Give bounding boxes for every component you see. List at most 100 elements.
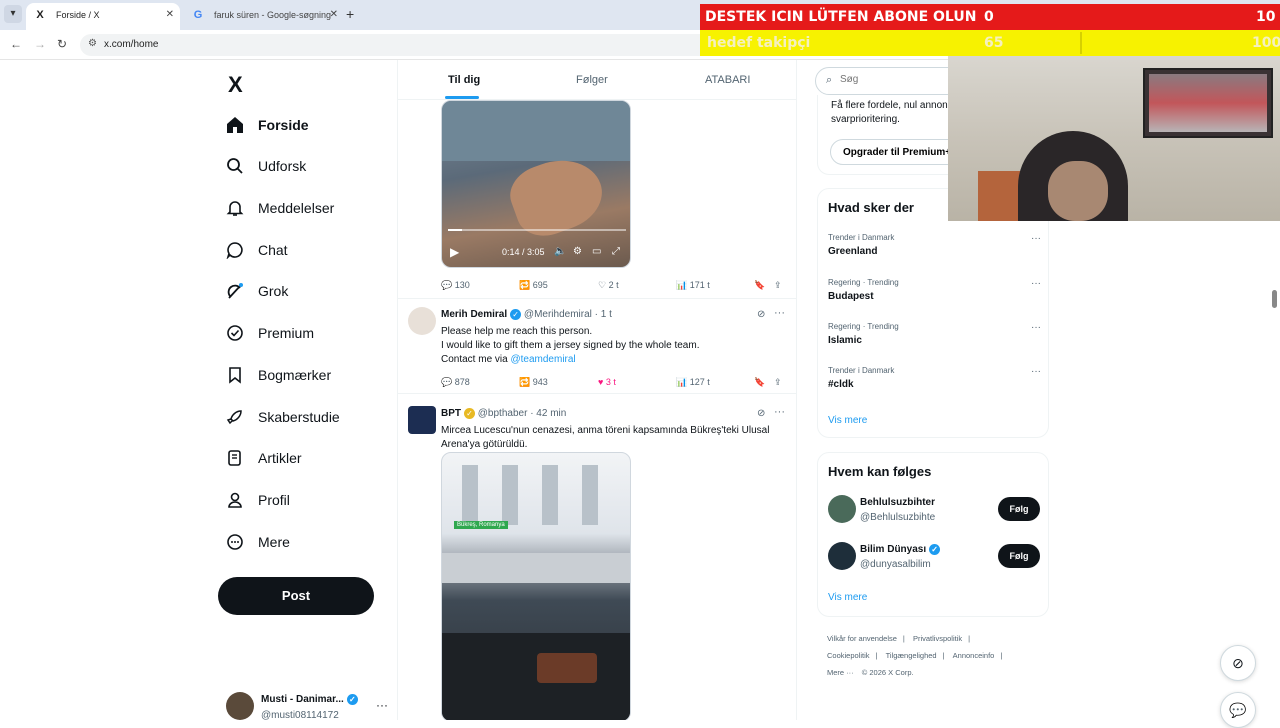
avatar: [226, 692, 254, 720]
account-switcher[interactable]: Musti - Danimar... ✓ @musti08114172 ···: [226, 690, 396, 722]
more-dots-icon[interactable]: ···: [376, 698, 388, 712]
settings-icon[interactable]: ⚙: [573, 246, 582, 257]
footer-link[interactable]: Vilkår for anvendelse: [827, 634, 897, 643]
tab-x-home[interactable]: X Forside / X ✕: [26, 3, 180, 30]
bookmark-icon[interactable]: 🔖: [754, 280, 765, 291]
tab-atabari[interactable]: ATABARI: [705, 74, 750, 86]
pip-icon[interactable]: ▭: [592, 246, 601, 257]
repost-button[interactable]: 🔁 695: [519, 280, 548, 291]
nav-item-premium[interactable]: Premium: [226, 318, 314, 348]
footer-link[interactable]: Annonceinfo: [953, 651, 995, 660]
author-name[interactable]: Merih Demiral: [441, 309, 507, 320]
more-dots-icon[interactable]: ···: [1031, 233, 1041, 244]
play-icon[interactable]: ▶: [450, 245, 459, 259]
grok-icon[interactable]: ⊘: [757, 408, 765, 419]
avatar[interactable]: [828, 542, 856, 570]
video-progress-bar[interactable]: [448, 229, 626, 231]
tweet-time[interactable]: · 1 t: [595, 309, 612, 320]
post-button[interactable]: Post: [218, 577, 374, 615]
footer-link[interactable]: Cookiepolitik: [827, 651, 870, 660]
show-more-trends-link[interactable]: Vis mere: [828, 415, 867, 426]
nav-item-home[interactable]: Forside: [226, 110, 309, 140]
author-name[interactable]: BPT: [441, 408, 461, 419]
reload-icon[interactable]: ↻: [57, 37, 67, 51]
footer-link[interactable]: Tilgængelighed: [886, 651, 937, 660]
new-tab-button[interactable]: +: [346, 6, 354, 22]
nav-item-creator-studio[interactable]: Skaberstudie: [226, 402, 340, 432]
tab-following[interactable]: Følger: [576, 74, 608, 86]
tab-google-search[interactable]: G faruk süren - Google-søgning ✕: [184, 3, 344, 30]
follow-title: Hvem kan følges: [828, 464, 932, 479]
author-handle[interactable]: @Merihdemiral: [524, 309, 592, 320]
trend-meta: Trender i Danmark: [828, 366, 895, 375]
tab-search-dropdown[interactable]: ▾: [4, 5, 22, 23]
show-more-follow-link[interactable]: Vis mere: [828, 592, 867, 603]
avatar[interactable]: [828, 495, 856, 523]
grok-float-button[interactable]: ⊘: [1220, 645, 1256, 681]
nav-item-profile[interactable]: Profil: [226, 485, 290, 515]
follow-suggestion[interactable]: Bilim Dünyası ✓ @dunyasalbilim Følg: [828, 540, 1043, 574]
tweet-video[interactable]: ▶ 0:14 / 3:05 🔈 ⚙ ▭ ⤢: [441, 100, 631, 268]
more-dots-icon[interactable]: ···: [774, 307, 785, 319]
share-icon[interactable]: ⇪: [774, 280, 782, 291]
bookmark-icon[interactable]: 🔖: [754, 377, 765, 388]
mention-link[interactable]: @teamdemiral: [510, 354, 575, 365]
reply-button[interactable]: 💬 130: [441, 280, 470, 291]
follow-button[interactable]: Følg: [998, 544, 1040, 568]
close-tab-icon[interactable]: ✕: [166, 3, 174, 27]
copyright: © 2026 X Corp.: [861, 668, 914, 677]
share-icon[interactable]: ⇪: [774, 377, 782, 388]
nav-item-explore[interactable]: Udforsk: [226, 151, 306, 181]
more-dots-icon[interactable]: ···: [774, 406, 785, 418]
bell-icon: [226, 199, 244, 217]
grok-icon[interactable]: ⊘: [757, 309, 765, 320]
trend-item[interactable]: Trender i Danmark #cldk ···: [828, 366, 1043, 402]
forward-icon[interactable]: →: [34, 37, 46, 51]
nav-item-grok[interactable]: Grok: [226, 276, 288, 306]
tweet[interactable]: Merih Demiral ✓ @Merihdemiral · 1 t ⊘ ···…: [398, 298, 796, 394]
scrollbar-thumb[interactable]: [1272, 290, 1277, 308]
x-logo-icon[interactable]: X: [228, 72, 243, 98]
footer-link[interactable]: Privatlivspolitik: [913, 634, 962, 643]
more-dots-icon[interactable]: ···: [1031, 322, 1041, 333]
repost-button[interactable]: 🔁 943: [519, 377, 548, 388]
trend-item[interactable]: Trender i Danmark Greenland ···: [828, 233, 1043, 269]
trend-item[interactable]: Regering · Trending Budapest ···: [828, 278, 1043, 314]
reply-button[interactable]: 💬 878: [441, 377, 470, 388]
tweet-photo[interactable]: Bükreş, Romanya: [441, 452, 631, 720]
nav-item-notifications[interactable]: Meddelelser: [226, 193, 334, 223]
tweet-time[interactable]: · 42 min: [530, 408, 566, 419]
nav-item-chat[interactable]: Chat: [226, 235, 288, 265]
account-name: Musti - Danimar... ✓: [261, 694, 358, 705]
follow-button[interactable]: Følg: [998, 497, 1040, 521]
footer-link[interactable]: Mere ···: [827, 668, 854, 677]
avatar[interactable]: [408, 406, 436, 434]
nav-item-articles[interactable]: Artikler: [226, 443, 302, 473]
nav-item-more[interactable]: Mere: [226, 527, 290, 557]
close-tab-icon[interactable]: ✕: [330, 3, 338, 27]
url-field[interactable]: ⚙ x.com/home: [80, 34, 720, 56]
back-icon[interactable]: ←: [10, 37, 22, 51]
trend-item[interactable]: Regering · Trending Islamic ···: [828, 322, 1043, 358]
tweet[interactable]: BPT ✓ @bpthaber · 42 min ⊘ ··· Mircea Luc…: [398, 398, 796, 720]
more-dots-icon[interactable]: ···: [1031, 366, 1041, 377]
nav-label: Bogmærker: [258, 367, 332, 383]
trend-name: #cldk: [828, 379, 854, 390]
like-button[interactable]: ♥ 3 t: [598, 377, 616, 387]
volume-icon[interactable]: 🔈: [554, 246, 566, 257]
like-button[interactable]: ♡ 2 t: [598, 280, 619, 291]
follow-suggestion[interactable]: Behlulsuzbihter @Behlulsuzbihte Følg: [828, 493, 1043, 527]
tab-title: Forside / X: [56, 10, 100, 20]
avatar[interactable]: [408, 307, 436, 335]
search-input[interactable]: [840, 74, 960, 85]
chat-float-button[interactable]: 💬: [1220, 692, 1256, 728]
search-box[interactable]: ⌕: [815, 67, 965, 95]
fullscreen-icon[interactable]: ⤢: [612, 246, 620, 257]
site-info-icon[interactable]: ⚙: [88, 38, 97, 49]
tab-for-you[interactable]: Til dig: [448, 74, 480, 86]
author-handle[interactable]: @bpthaber: [478, 408, 528, 419]
views-button[interactable]: 📊 171 t: [676, 280, 710, 291]
views-button[interactable]: 📊 127 t: [676, 377, 710, 388]
nav-item-bookmarks[interactable]: Bogmærker: [226, 360, 331, 390]
more-dots-icon[interactable]: ···: [1031, 278, 1041, 289]
